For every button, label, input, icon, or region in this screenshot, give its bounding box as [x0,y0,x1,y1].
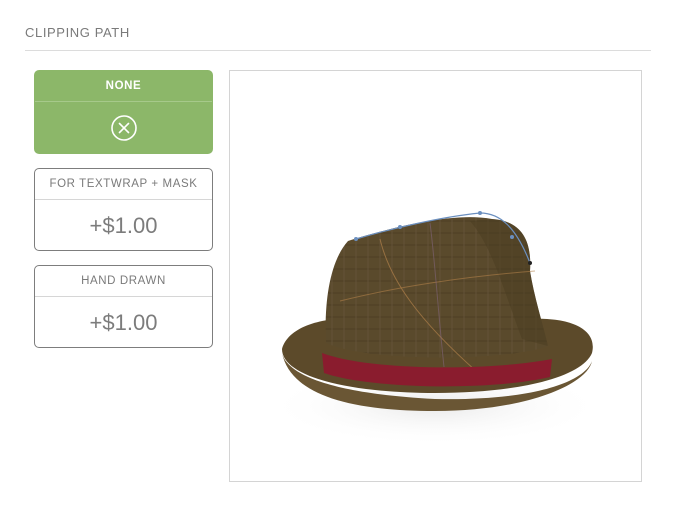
option-hand-drawn-price: +$1.00 [89,310,158,335]
option-hand-drawn-label: HAND DRAWN [35,266,212,297]
section-title: CLIPPING PATH [25,25,130,40]
option-textwrap-mask-price: +$1.00 [89,213,158,238]
option-none-label: NONE [35,71,212,102]
option-hand-drawn-body: +$1.00 [35,297,212,349]
option-none-body [35,102,212,154]
close-circle-icon [110,114,138,142]
option-textwrap-mask-label: FOR TEXTWRAP + MASK [35,169,212,200]
option-textwrap-mask-body: +$1.00 [35,200,212,252]
hat-image [265,211,605,446]
option-none[interactable]: NONE [34,70,213,154]
option-hand-drawn[interactable]: HAND DRAWN +$1.00 [34,265,213,348]
preview-image-frame [229,70,642,482]
option-textwrap-mask[interactable]: FOR TEXTWRAP + MASK +$1.00 [34,168,213,251]
section-divider [25,50,651,51]
